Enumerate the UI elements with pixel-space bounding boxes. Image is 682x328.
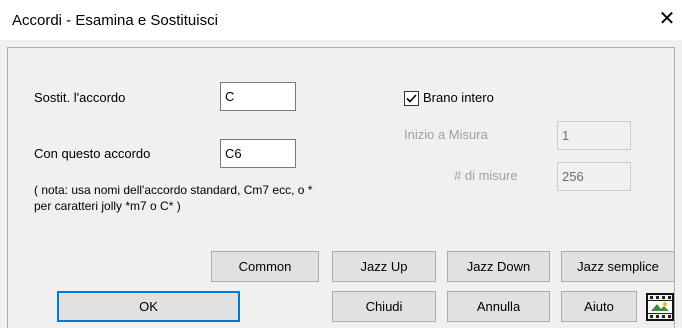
num-bars-label: # di misure [454, 168, 518, 183]
replace-chord-input[interactable]: C [220, 82, 296, 111]
cancel-button[interactable]: Annulla [447, 291, 550, 322]
start-bar-input[interactable]: 1 [557, 121, 631, 150]
with-chord-label: Con questo accordo [34, 146, 151, 161]
close-button[interactable]: Chiudi [332, 291, 436, 322]
title-bar: Accordi - Esamina e Sostituisci ✕ [0, 0, 682, 40]
note-line-1: ( nota: usa nomi dell'accordo standard, … [34, 183, 313, 197]
jazz-up-button[interactable]: Jazz Up [332, 251, 436, 282]
jazz-simple-button[interactable]: Jazz semplice [561, 251, 675, 282]
ok-button[interactable]: OK [57, 291, 240, 322]
close-icon[interactable]: ✕ [655, 6, 679, 32]
jazz-down-button[interactable]: Jazz Down [447, 251, 550, 282]
replace-chord-label: Sostit. l'accordo [34, 90, 126, 105]
film-clapper-icon[interactable] [646, 293, 674, 321]
note-text: ( nota: usa nomi dell'accordo standard, … [34, 182, 312, 214]
checkmark-icon [406, 94, 417, 103]
common-button[interactable]: Common [211, 251, 319, 282]
num-bars-input[interactable]: 256 [557, 162, 631, 191]
whole-song-label[interactable]: Brano intero [423, 90, 494, 105]
window-title: Accordi - Esamina e Sostituisci [12, 12, 218, 29]
film-clapper-graphic [648, 295, 672, 319]
start-bar-label: Inizio a Misura [404, 127, 488, 142]
whole-song-checkbox[interactable] [404, 91, 419, 106]
note-line-2: per caratteri jolly *m7 o C* ) [34, 199, 181, 213]
with-chord-input[interactable]: C6 [220, 139, 296, 168]
help-button[interactable]: Aiuto [561, 291, 637, 322]
